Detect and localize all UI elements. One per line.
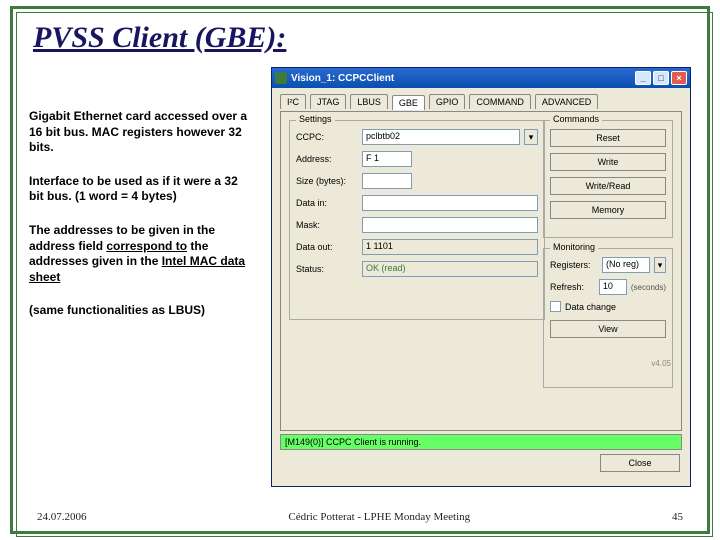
chevron-down-icon[interactable]: ▾ [524,129,538,145]
paragraph-2: Interface to be used as if it were a 32 … [29,174,254,205]
ccpc-label: CCPC: [296,132,358,142]
datachange-label: Data change [565,302,616,312]
tab-bar: I²C JTAG LBUS GBE GPIO COMMAND ADVANCED [280,94,682,109]
status-bar: [M149(0)] CCPC Client is running. [280,434,682,450]
mask-input[interactable] [362,217,538,233]
memory-button[interactable]: Memory [550,201,666,219]
slide-frame: PVSS Client (GBE): Gigabit Ethernet card… [10,6,710,534]
writeread-button[interactable]: Write/Read [550,177,666,195]
write-button[interactable]: Write [550,153,666,171]
dataout-field: 1 1101 [362,239,538,255]
window-buttons: _ □ × [635,71,687,85]
app-window: Vision_1: CCPCClient _ □ × I²C JTAG LBUS… [271,67,691,487]
settings-title: Settings [296,114,335,124]
footer-date: 24.07.2006 [37,511,87,523]
status-field: OK (read) [362,261,538,277]
paragraph-4: (same functionalities as LBUS) [29,303,254,319]
window-body: I²C JTAG LBUS GBE GPIO COMMAND ADVANCED … [272,88,690,486]
datain-input[interactable] [362,195,538,211]
address-input[interactable]: F 1 [362,151,412,167]
status-bar-row: [M149(0)] CCPC Client is running. [280,434,682,450]
commands-group: Commands Reset Write Write/Read Memory [543,120,673,238]
footer-page: 45 [672,511,683,523]
refresh-input[interactable]: 10 [599,279,627,295]
close-window-button[interactable]: × [671,71,687,85]
datachange-checkbox[interactable]: Data change [550,301,666,312]
ccpc-select[interactable]: pclbtb02 [362,129,520,145]
tab-lbus[interactable]: LBUS [350,94,388,109]
dataout-label: Data out: [296,242,358,252]
app-icon [275,72,287,84]
footer-center: Cédric Potterat - LPHE Monday Meeting [87,511,673,523]
paragraph-1: Gigabit Ethernet card accessed over a 16… [29,109,254,156]
registers-select[interactable]: (No reg) [602,257,650,273]
tab-gpio[interactable]: GPIO [429,94,466,109]
registers-label: Registers: [550,260,598,270]
minimize-button[interactable]: _ [635,71,651,85]
chevron-down-icon[interactable]: ▾ [654,257,666,273]
titlebar[interactable]: Vision_1: CCPCClient _ □ × [272,68,690,88]
window-title: Vision_1: CCPCClient [291,73,635,84]
reset-button[interactable]: Reset [550,129,666,147]
settings-group: Settings CCPC: pclbtb02 ▾ Address: F 1 S… [289,120,545,320]
tab-i2c[interactable]: I²C [280,94,306,109]
size-label: Size (bytes): [296,176,358,186]
version-label: v4.05 [651,359,671,368]
size-input[interactable] [362,173,412,189]
paragraph-3: The addresses to be given in the address… [29,223,254,285]
tab-command[interactable]: COMMAND [469,94,531,109]
view-button[interactable]: View [550,320,666,338]
datain-label: Data in: [296,198,358,208]
refresh-label: Refresh: [550,282,595,292]
slide-title: PVSS Client (GBE): [33,21,286,55]
mask-label: Mask: [296,220,358,230]
commands-title: Commands [550,114,602,124]
footer: 24.07.2006 Cédric Potterat - LPHE Monday… [37,511,683,523]
tab-gbe[interactable]: GBE [392,95,425,110]
monitoring-title: Monitoring [550,242,598,252]
close-button[interactable]: Close [600,454,680,472]
tab-panel: Settings CCPC: pclbtb02 ▾ Address: F 1 S… [280,111,682,431]
status-label: Status: [296,264,358,274]
address-label: Address: [296,154,358,164]
checkbox-icon [550,301,561,312]
refresh-unit: (seconds) [631,283,666,292]
body-text: Gigabit Ethernet card accessed over a 16… [29,109,254,337]
tab-jtag[interactable]: JTAG [310,94,346,109]
maximize-button[interactable]: □ [653,71,669,85]
tab-advanced[interactable]: ADVANCED [535,94,598,109]
